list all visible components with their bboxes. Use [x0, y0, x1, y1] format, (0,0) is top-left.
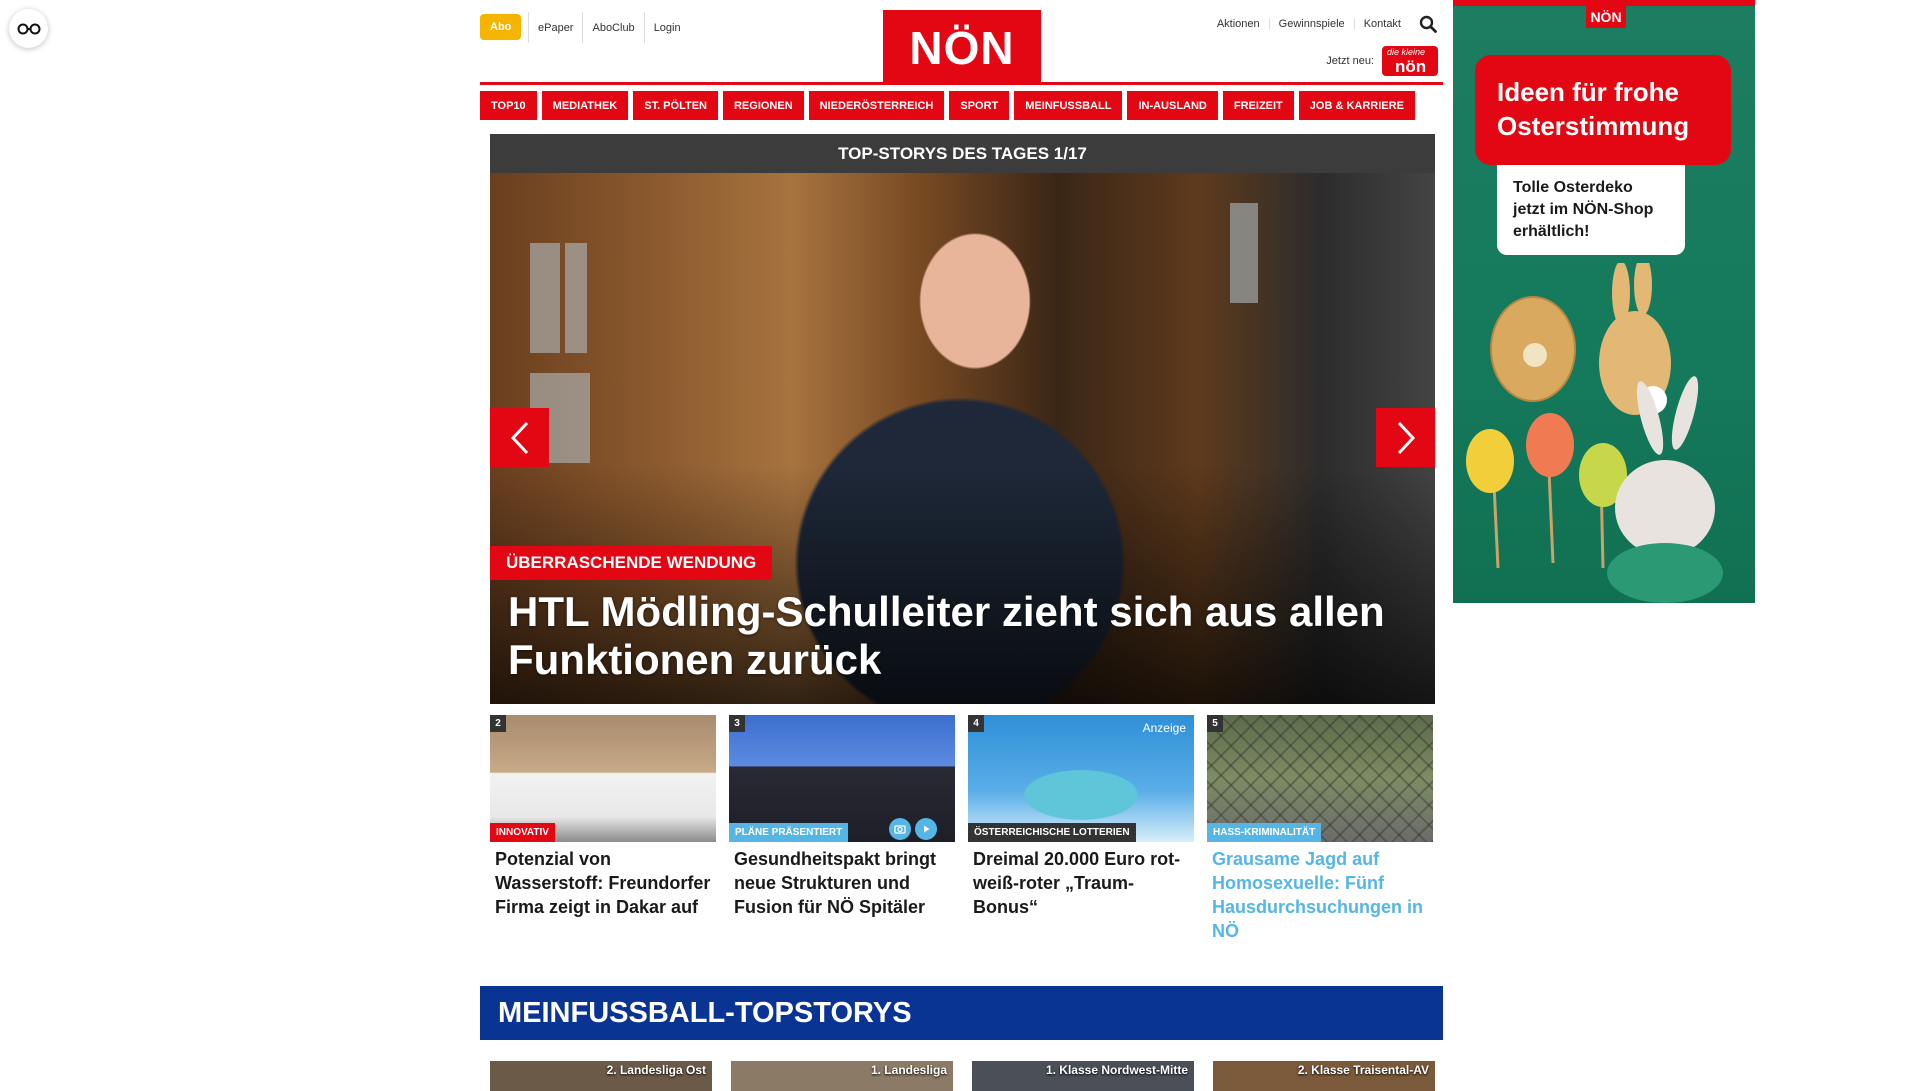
jetzt-neu: Jetzt neu: die kleine nön [1326, 46, 1438, 76]
kontakt-link[interactable]: Kontakt [1355, 18, 1410, 30]
ad-subline: Tolle Osterdeko jetzt im NÖN-Shop erhält… [1497, 165, 1685, 255]
slider-prev-button[interactable] [490, 408, 549, 467]
ad-logo: NÖN [1586, 6, 1626, 28]
nav-item-niederoesterreich[interactable]: NIEDERÖSTERREICH [808, 91, 945, 120]
camera-icon [889, 818, 911, 840]
jetzt-neu-label: Jetzt neu: [1326, 55, 1374, 67]
nav-item-regionen[interactable]: REGIONEN [722, 91, 804, 120]
story-card[interactable]: 2 INNOVATIV Potenzial von Wasserstoff: F… [490, 715, 716, 943]
hero-headline[interactable]: HTL Mödling-Schulleiter zieht sich aus a… [508, 588, 1388, 684]
aboclub-link[interactable]: AboClub [582, 12, 643, 43]
easter-decoration-illustration [1466, 263, 1723, 603]
shelf-binder [1230, 203, 1258, 303]
story-title[interactable]: Potenzial von Wasserstoff: Freundorfer F… [490, 842, 716, 919]
aktionen-link[interactable]: Aktionen [1208, 18, 1270, 30]
story-number: 2 [490, 715, 506, 732]
story-thumbnail: 4 Anzeige ÖSTERREICHISCHE LOTTERIEN [968, 715, 1194, 842]
story-number: 4 [968, 715, 984, 732]
accessibility-button[interactable] [9, 9, 48, 48]
story-number: 5 [1207, 715, 1223, 732]
nav-item-st-poelten[interactable]: ST. PÖLTEN [633, 91, 718, 120]
site-logo[interactable]: NÖN [883, 10, 1041, 85]
meinfussball-header[interactable]: MEINFUSSBALL-TOPSTORYS [480, 986, 1443, 1040]
league-label: 2. Landesliga Ost [606, 1063, 706, 1077]
kleine-badge-big: nön [1395, 57, 1427, 76]
glasses-icon [17, 23, 40, 34]
nav-item-top10[interactable]: TOP10 [480, 91, 537, 120]
main-nav: TOP10 MEDIATHEK ST. PÖLTEN REGIONEN NIED… [480, 91, 1415, 120]
play-icon [915, 818, 937, 840]
epaper-link[interactable]: ePaper [528, 12, 582, 43]
meinfussball-card[interactable]: 2. Landesliga Ost [490, 1061, 712, 1091]
story-title[interactable]: Grausame Jagd auf Homosexuelle: Fünf Hau… [1207, 842, 1433, 943]
story-cards: 2 INNOVATIV Potenzial von Wasserstoff: F… [490, 715, 1433, 943]
header-right-links: Aktionen Gewinnspiele Kontakt [1208, 12, 1440, 36]
media-icons [889, 818, 941, 840]
meinfussball-card[interactable]: 2. Klasse Traisental-AV [1213, 1061, 1435, 1091]
story-card[interactable]: 5 HASS-KRIMINALITÄT Grausame Jagd auf Ho… [1207, 715, 1433, 943]
shelf-binder [565, 243, 587, 353]
story-tag: HASS-KRIMINALITÄT [1207, 823, 1322, 842]
story-tag: PLÄNE PRÄSENTIERT [729, 823, 849, 842]
story-thumbnail: 2 INNOVATIV [490, 715, 716, 842]
search-icon[interactable] [1416, 12, 1440, 36]
hero-image[interactable]: ÜBERRASCHENDE WENDUNG HTL Mödling-Schull… [490, 173, 1435, 704]
abo-button[interactable]: Abo [480, 14, 522, 40]
header-divider [480, 82, 1443, 85]
ad-headline: Ideen für frohe Osterstimmung [1475, 55, 1731, 165]
story-card[interactable]: 3 PLÄNE PRÄSENTIERT Gesundheitspakt brin… [729, 715, 955, 943]
league-label: 2. Klasse Traisental-AV [1297, 1063, 1429, 1077]
nav-item-in-ausland[interactable]: IN-AUSLAND [1127, 91, 1218, 120]
nav-item-mediathek[interactable]: MEDIATHEK [541, 91, 629, 120]
kleine-badge-small: die kleine [1387, 47, 1426, 57]
slider-next-button[interactable] [1376, 408, 1435, 467]
hero-kicker: ÜBERRASCHENDE WENDUNG [490, 546, 773, 580]
story-thumbnail: 3 PLÄNE PRÄSENTIERT [729, 715, 955, 842]
story-title[interactable]: Dreimal 20.000 Euro rot-weiß-roter „Trau… [968, 842, 1194, 919]
gewinnspiele-link[interactable]: Gewinnspiele [1270, 18, 1355, 30]
meinfussball-card[interactable]: 1. Klasse Nordwest-Mitte [972, 1061, 1194, 1091]
story-card[interactable]: 4 Anzeige ÖSTERREICHISCHE LOTTERIEN Drei… [968, 715, 1194, 943]
shelf-binder [530, 243, 560, 353]
sponsored-label: Anzeige [1142, 721, 1186, 735]
login-link[interactable]: Login [643, 12, 690, 43]
slider-title: TOP-STORYS DES TAGES 1/17 [490, 134, 1435, 173]
chevron-right-icon [1397, 421, 1415, 454]
story-thumbnail: 5 HASS-KRIMINALITÄT [1207, 715, 1433, 842]
story-number: 3 [729, 715, 745, 732]
nav-item-meinfussball[interactable]: MEINFUSSBALL [1014, 91, 1123, 120]
nav-item-job-karriere[interactable]: JOB & KARRIERE [1298, 91, 1415, 120]
kleine-noen-badge[interactable]: die kleine nön [1382, 46, 1438, 76]
meinfussball-card[interactable]: 1. Landesliga [731, 1061, 953, 1091]
nav-item-sport[interactable]: SPORT [949, 91, 1010, 120]
story-tag: INNOVATIV [490, 823, 555, 842]
league-label: 1. Klasse Nordwest-Mitte [1045, 1063, 1188, 1077]
nav-item-freizeit[interactable]: FREIZEIT [1222, 91, 1294, 120]
top-stories-slider: TOP-STORYS DES TAGES 1/17 ÜBERRASCHENDE … [490, 134, 1435, 704]
story-title[interactable]: Gesundheitspakt bringt neue Strukturen u… [729, 842, 955, 919]
meinfussball-thumbnails: 2. Landesliga Ost 1. Landesliga 1. Klass… [490, 1061, 1454, 1091]
story-tag: ÖSTERREICHISCHE LOTTERIEN [968, 823, 1136, 842]
league-label: 1. Landesliga [870, 1063, 947, 1077]
chevron-left-icon [510, 421, 528, 454]
easter-ad[interactable]: NÖN Ideen für frohe Osterstimmung Tolle … [1453, 0, 1755, 603]
top-links: ePaper AboClub Login [528, 12, 690, 43]
